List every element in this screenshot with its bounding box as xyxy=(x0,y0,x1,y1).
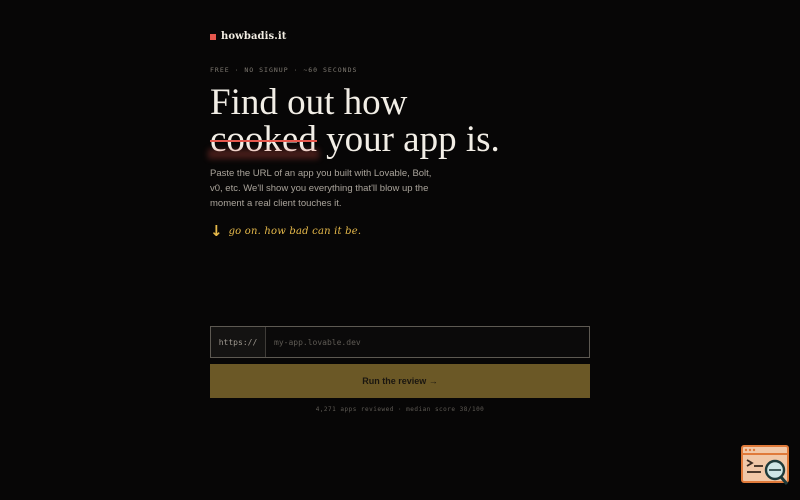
subtitle: Paste the URL of an app you built with L… xyxy=(210,168,432,209)
stats-text: 4,271 apps reviewed · median score 38/10… xyxy=(315,406,485,413)
brand-logo-square-icon xyxy=(210,33,216,40)
tagline-text: go on. how bad can it be. xyxy=(228,225,362,237)
arrow-down-icon: ↓ xyxy=(210,222,223,240)
hero-headline: Find out how cooked your app is. xyxy=(210,84,500,158)
run-review-button[interactable]: Run the review → xyxy=(210,364,590,398)
hero-struck-word: cooked xyxy=(210,119,317,160)
hero-line-1: Find out how xyxy=(210,82,408,123)
terminal-search-icon[interactable] xyxy=(741,445,791,487)
url-form: https:// xyxy=(210,326,590,358)
hero-line-2: cooked your app is. xyxy=(210,121,500,158)
meta-info: FREE · NO SIGNUP · ~60 SECONDS xyxy=(210,66,358,74)
hero-line-2-rest: your app is. xyxy=(316,119,500,160)
brand[interactable]: howbadis.it xyxy=(210,31,286,42)
url-prefix: https:// xyxy=(211,327,266,357)
brand-name: howbadis.it xyxy=(221,31,287,42)
url-input[interactable] xyxy=(266,327,589,357)
tagline: ↓ go on. how bad can it be. xyxy=(210,222,361,240)
